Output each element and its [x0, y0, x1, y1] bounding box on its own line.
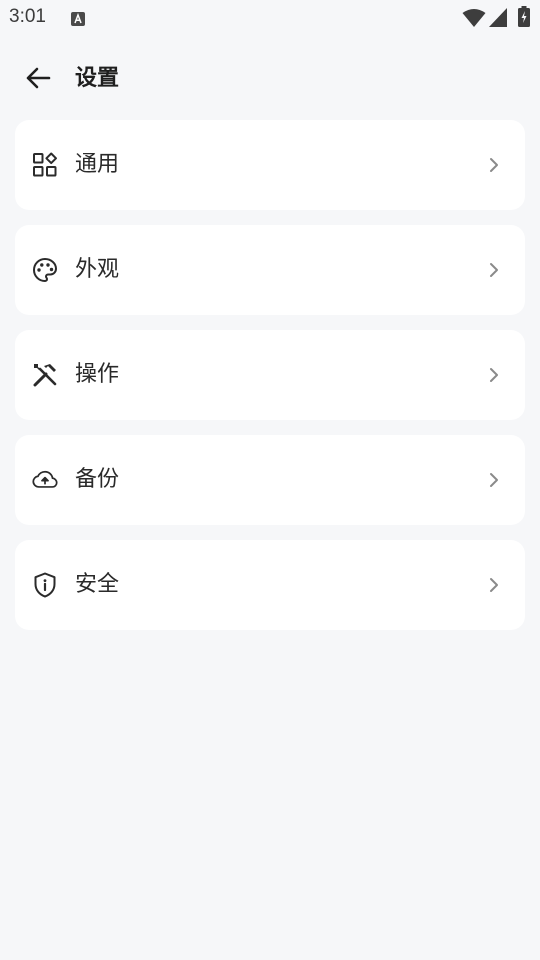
- settings-screen: 3:01 设置 通用 外观 操作 备份 安全: [0, 0, 540, 960]
- menu-item-operation[interactable]: 操作: [15, 330, 525, 420]
- chevron-right-icon: [487, 470, 501, 490]
- wifi-icon: [462, 8, 486, 28]
- menu-item-label: 备份: [75, 467, 120, 492]
- menu-item-general[interactable]: 通用: [15, 120, 525, 210]
- cloud-upload-icon: [32, 467, 58, 493]
- arrow-left-icon: [25, 66, 51, 94]
- toolbar: 设置: [0, 52, 540, 108]
- chevron-right-icon: [487, 155, 501, 175]
- settings-menu-list: 通用 外观 操作 备份 安全: [15, 120, 525, 645]
- battery-charging-icon: [518, 6, 530, 27]
- chevron-right-icon: [487, 260, 501, 280]
- chevron-right-icon: [487, 365, 501, 385]
- menu-item-label: 通用: [75, 152, 120, 177]
- menu-item-label: 安全: [75, 572, 120, 597]
- menu-item-backup[interactable]: 备份: [15, 435, 525, 525]
- menu-item-label: 操作: [75, 362, 120, 387]
- menu-item-security[interactable]: 安全: [15, 540, 525, 630]
- back-button[interactable]: [18, 60, 58, 100]
- menu-item-label: 外观: [75, 257, 120, 282]
- shield-info-icon: [32, 572, 58, 598]
- status-time: 3:01: [9, 6, 46, 27]
- widgets-icon: [32, 152, 58, 178]
- status-bar: 3:01: [0, 0, 540, 36]
- page-title: 设置: [75, 66, 120, 91]
- chevron-right-icon: [487, 575, 501, 595]
- palette-icon: [32, 257, 58, 283]
- cell-signal-icon: [489, 8, 507, 27]
- menu-item-appearance[interactable]: 外观: [15, 225, 525, 315]
- a-notification-icon: [71, 11, 85, 26]
- tools-icon: [32, 362, 58, 388]
